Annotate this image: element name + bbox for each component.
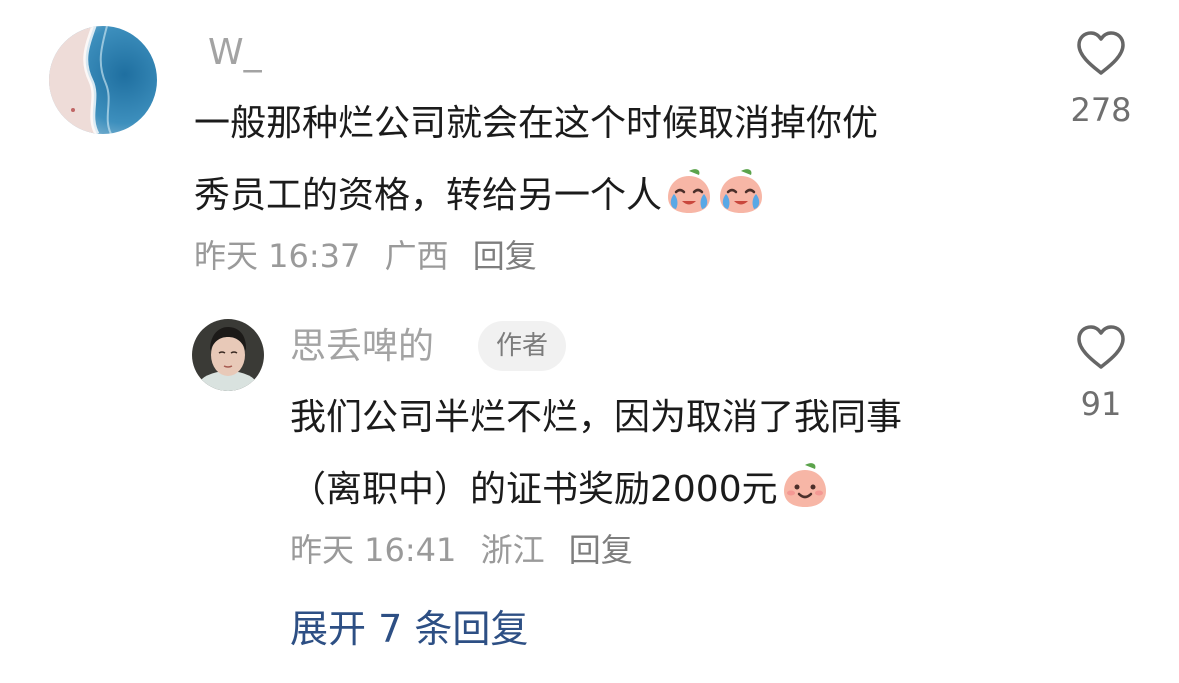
avatar[interactable] xyxy=(49,26,157,134)
crying-peach-emoji xyxy=(720,169,763,213)
smiling-peach-emoji xyxy=(783,463,826,507)
comment-location: 广西 xyxy=(384,237,449,275)
comment-line: 秀员工的资格，转给另一个人 xyxy=(194,175,663,216)
heart-icon[interactable] xyxy=(1075,324,1127,370)
author-badge: 作者 xyxy=(478,321,567,371)
reply-button[interactable]: 回复 xyxy=(569,531,633,569)
comment-text: 一般那种烂公司就会在这个时候取消掉你优 秀员工的资格，转给另一个人 xyxy=(194,88,1034,232)
crying-peach-emoji xyxy=(668,169,711,213)
reply-button[interactable]: 回复 xyxy=(473,237,537,275)
comment-time: 昨天 16:37 xyxy=(194,237,361,275)
comment-time: 昨天 16:41 xyxy=(290,531,457,569)
like-button[interactable]: 278 xyxy=(1051,30,1151,130)
comment-line: （离职中）的证书奖励2000元 xyxy=(290,469,778,510)
username[interactable]: W_ xyxy=(208,30,262,76)
username[interactable]: 思丢啤的 xyxy=(290,324,434,370)
comment-line-with-emoji: （离职中）的证书奖励2000元 xyxy=(290,454,1050,526)
reply-text: 我们公司半烂不烂，因为取消了我同事 （离职中）的证书奖励2000元 xyxy=(290,382,1050,526)
beach-avatar-image xyxy=(49,26,157,134)
like-count: 91 xyxy=(1080,385,1122,423)
comment-line: 一般那种烂公司就会在这个时候取消掉你优 xyxy=(194,103,879,144)
heart-icon[interactable] xyxy=(1075,30,1127,76)
like-button[interactable]: 91 xyxy=(1051,324,1151,424)
avatar[interactable] xyxy=(192,319,264,391)
comment-location: 浙江 xyxy=(480,531,545,569)
expand-replies-link[interactable]: 展开 7 条回复 xyxy=(290,605,528,653)
comment-line: 我们公司半烂不烂，因为取消了我同事 xyxy=(290,397,903,438)
comment-line-with-emoji: 秀员工的资格，转给另一个人 xyxy=(194,160,1034,232)
like-count: 278 xyxy=(1070,91,1132,129)
reply-meta: 昨天 16:41 浙江 回复 xyxy=(290,530,633,570)
comment-meta: 昨天 16:37 广西 回复 xyxy=(194,236,537,276)
person-avatar-image xyxy=(192,319,264,391)
